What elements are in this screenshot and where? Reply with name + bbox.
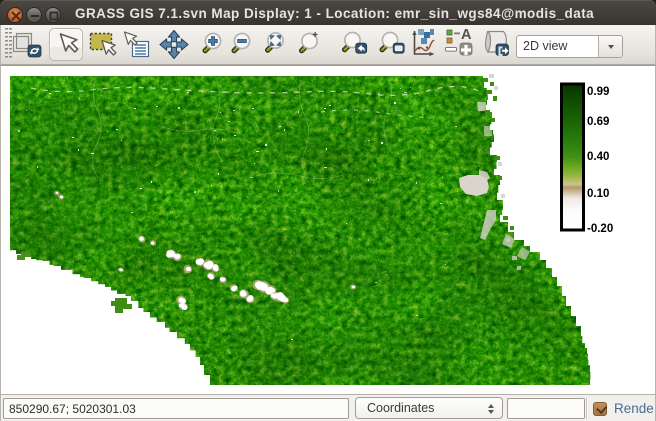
svg-text:-0.20: -0.20 [587, 223, 613, 235]
svg-text:A: A [461, 27, 472, 43]
svg-text:0.69: 0.69 [587, 116, 609, 128]
svg-text:0.40: 0.40 [587, 151, 609, 163]
svg-text:0.99: 0.99 [587, 86, 609, 98]
svg-text:0.10: 0.10 [587, 188, 609, 200]
